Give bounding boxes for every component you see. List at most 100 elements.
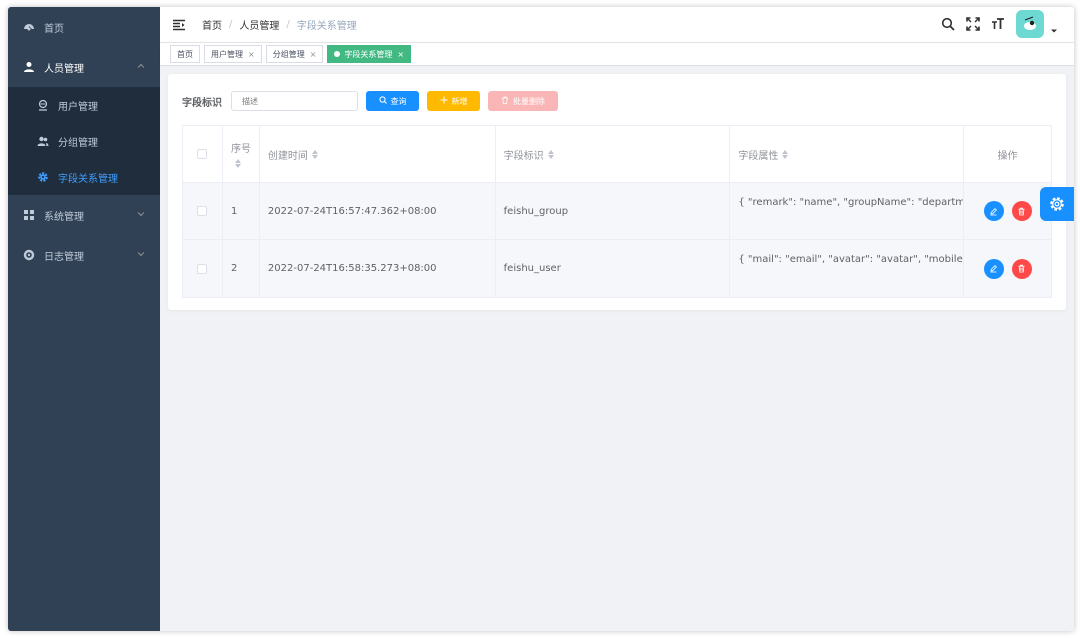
batch-delete-button-label: 批量删除 bbox=[513, 96, 545, 106]
breadcrumb-separator: / bbox=[229, 19, 233, 30]
search-form: 字段标识 查询 新增 bbox=[182, 90, 1052, 112]
trash-icon bbox=[1018, 207, 1025, 215]
header-seq-label: 序号 bbox=[230, 144, 251, 155]
gear-icon bbox=[1050, 197, 1064, 211]
sort-icon[interactable] bbox=[782, 149, 789, 159]
sidebar-item-group-management[interactable]: 分组管理 bbox=[8, 123, 160, 159]
plus-icon bbox=[440, 96, 448, 107]
edit-icon bbox=[990, 265, 998, 273]
cell-seq: 2 bbox=[223, 240, 260, 297]
breadcrumb: 首页 / 人员管理 / 字段关系管理 bbox=[202, 17, 357, 32]
table-header-row: 序号 创建时间 字段标识 字段属性 操作 bbox=[183, 126, 1051, 183]
tag-label: 用户管理 bbox=[211, 49, 243, 59]
chevron-down-icon bbox=[136, 249, 146, 259]
gear-icon bbox=[36, 170, 50, 184]
close-icon[interactable]: × bbox=[397, 50, 404, 59]
cell-created: 2022-07-24T16:57:47.362+08:00 bbox=[260, 183, 496, 239]
add-button-label: 新增 bbox=[451, 96, 468, 106]
cell-field-attr: { "remark": "name", "groupName": "depart… bbox=[730, 183, 965, 239]
row-select-cell bbox=[183, 240, 223, 297]
query-button-label: 查询 bbox=[390, 96, 407, 106]
table-body: 1 2022-07-24T16:57:47.362+08:00 feishu_g… bbox=[183, 183, 1051, 297]
sidebar-item-logs[interactable]: 日志管理 bbox=[8, 235, 160, 275]
content-card: 字段标识 查询 新增 bbox=[168, 74, 1066, 310]
tag-label: 字段关系管理 bbox=[344, 49, 393, 59]
close-icon[interactable]: × bbox=[310, 50, 317, 59]
caret-down-icon[interactable] bbox=[1050, 27, 1058, 35]
active-dot-icon bbox=[334, 51, 341, 57]
font-size-icon[interactable] bbox=[990, 16, 1006, 32]
header-select-cell bbox=[183, 126, 223, 182]
sidebar-item-personnel[interactable]: 人员管理 bbox=[8, 47, 160, 87]
trash-icon bbox=[1018, 264, 1025, 273]
sidebar-item-system[interactable]: 系统管理 bbox=[8, 195, 160, 235]
tag-home[interactable]: 首页 bbox=[170, 45, 200, 63]
breadcrumb-separator: / bbox=[286, 19, 290, 30]
personnel-submenu: 用户管理 分组管理 字段关系管理 bbox=[8, 87, 160, 195]
sort-icon[interactable] bbox=[234, 159, 241, 168]
content-area: 字段标识 查询 新增 bbox=[160, 66, 1074, 631]
query-button[interactable]: 查询 bbox=[366, 91, 419, 111]
tag-label: 首页 bbox=[177, 49, 193, 59]
edit-button[interactable] bbox=[983, 201, 1004, 221]
data-table: 序号 创建时间 字段标识 字段属性 操作 1 2022-07-24T16:57:… bbox=[182, 125, 1052, 298]
avatar[interactable] bbox=[1016, 10, 1044, 38]
navbar-right bbox=[931, 10, 1058, 38]
search-input[interactable] bbox=[231, 91, 358, 111]
group-icon bbox=[36, 134, 50, 148]
cell-seq: 1 bbox=[223, 183, 260, 239]
main-area: 首页 / 人员管理 / 字段关系管理 首页 用户管理 × 分组管理 × 字段关系… bbox=[160, 7, 1074, 631]
sidebar: 首页 人员管理 用户管理 分组管理 字段关系管理 系统管理 日志管理 bbox=[8, 7, 160, 631]
sidebar-item-label: 分组管理 bbox=[58, 137, 98, 149]
select-all-checkbox[interactable] bbox=[197, 149, 208, 159]
header-field-attr[interactable]: 字段属性 bbox=[730, 126, 965, 182]
tag-field-relation[interactable]: 字段关系管理 × bbox=[327, 45, 412, 63]
tag-user-management[interactable]: 用户管理 × bbox=[204, 45, 262, 63]
cell-ops bbox=[964, 240, 1051, 297]
chevron-down-icon bbox=[136, 209, 146, 219]
tags-view: 首页 用户管理 × 分组管理 × 字段关系管理 × bbox=[160, 43, 1074, 66]
sort-icon[interactable] bbox=[547, 149, 554, 159]
close-icon[interactable]: × bbox=[248, 50, 255, 59]
edit-button[interactable] bbox=[983, 258, 1004, 279]
row-select-cell bbox=[183, 183, 223, 239]
header-field-id-label: 字段标识 bbox=[503, 150, 544, 162]
sidebar-item-home[interactable]: 首页 bbox=[8, 7, 160, 47]
fullscreen-icon[interactable] bbox=[965, 16, 981, 32]
add-button[interactable]: 新增 bbox=[427, 91, 480, 111]
breadcrumb-home[interactable]: 首页 bbox=[202, 17, 222, 32]
sort-icon[interactable] bbox=[311, 149, 318, 159]
cell-field-id: feishu_user bbox=[496, 240, 731, 297]
table-row: 2 2022-07-24T16:58:35.273+08:00 feishu_u… bbox=[183, 240, 1051, 297]
tag-label: 分组管理 bbox=[272, 49, 305, 59]
dashboard-icon bbox=[22, 20, 36, 34]
sidebar-item-label: 首页 bbox=[44, 23, 64, 35]
edit-icon bbox=[990, 207, 998, 215]
cell-field-id: feishu_group bbox=[496, 183, 731, 239]
cell-field-attr: { "mail": "email", "avatar": "avatar", "… bbox=[730, 240, 965, 297]
header-created[interactable]: 创建时间 bbox=[260, 126, 496, 182]
header-created-label: 创建时间 bbox=[267, 150, 308, 162]
delete-button[interactable] bbox=[1011, 258, 1032, 279]
grid-icon bbox=[22, 208, 36, 222]
hamburger-icon[interactable] bbox=[172, 18, 186, 32]
breadcrumb-current: 字段关系管理 bbox=[296, 21, 357, 32]
breadcrumb-personnel[interactable]: 人员管理 bbox=[239, 17, 279, 32]
row-checkbox[interactable] bbox=[197, 263, 208, 274]
sidebar-item-user-management[interactable]: 用户管理 bbox=[8, 87, 160, 123]
row-checkbox[interactable] bbox=[197, 206, 208, 216]
sidebar-item-label: 人员管理 bbox=[44, 63, 84, 75]
sidebar-item-field-relation[interactable]: 字段关系管理 bbox=[8, 159, 160, 195]
header-ops-label: 操作 bbox=[997, 150, 1018, 162]
header-seq[interactable]: 序号 bbox=[223, 126, 260, 182]
delete-button[interactable] bbox=[1011, 201, 1032, 221]
batch-delete-button[interactable]: 批量删除 bbox=[488, 91, 558, 111]
user-outline-icon bbox=[36, 98, 50, 112]
navbar: 首页 / 人员管理 / 字段关系管理 bbox=[160, 7, 1074, 43]
trash-icon bbox=[501, 96, 509, 107]
search-icon[interactable] bbox=[940, 16, 956, 32]
settings-button[interactable] bbox=[1040, 187, 1074, 221]
header-field-id[interactable]: 字段标识 bbox=[496, 126, 731, 182]
tag-group-management[interactable]: 分组管理 × bbox=[265, 45, 324, 63]
chevron-up-icon bbox=[136, 61, 146, 71]
